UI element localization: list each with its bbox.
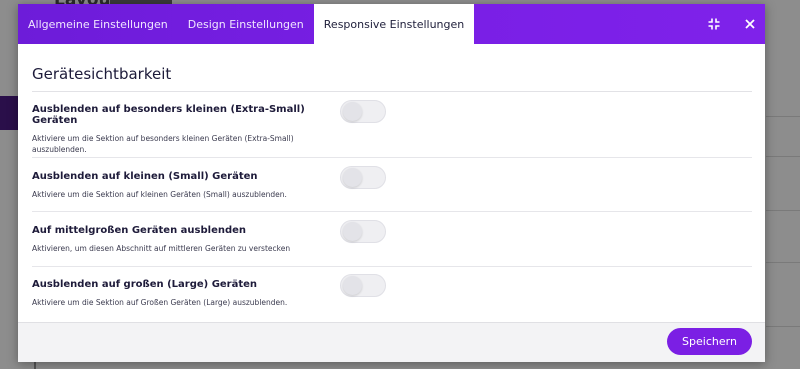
header-actions bbox=[707, 4, 757, 44]
close-icon[interactable] bbox=[743, 17, 757, 31]
toggle-hide-large[interactable] bbox=[340, 274, 386, 297]
setting-description: Aktiviere um die Sektion auf kleinen Ger… bbox=[32, 190, 287, 199]
setting-description: Aktiviere um die Sektion auf Großen Gerä… bbox=[32, 298, 288, 307]
toggle-knob bbox=[343, 222, 362, 241]
toggle-hide-medium[interactable] bbox=[340, 220, 386, 243]
save-button[interactable]: Speichern bbox=[667, 328, 752, 355]
setting-label: Ausblenden auf großen (Large) Geräten bbox=[32, 279, 258, 290]
tab-general-settings[interactable]: Allgemeine Einstellungen bbox=[18, 4, 178, 44]
background-divider bbox=[766, 326, 800, 327]
setting-label: Ausblenden auf kleinen (Small) Geräten bbox=[32, 171, 258, 182]
setting-description: Aktivieren, um diesen Abschnitt auf mitt… bbox=[32, 244, 291, 253]
section-title: Gerätesichtbarkeit bbox=[32, 44, 752, 92]
toggle-hide-extra-small[interactable] bbox=[340, 100, 386, 123]
setting-row-small: Ausblenden auf kleinen (Small) Geräten A… bbox=[32, 158, 752, 212]
setting-row-extra-small: Ausblenden auf besonders kleinen (Extra-… bbox=[32, 92, 752, 158]
toggle-knob bbox=[343, 102, 362, 121]
toggle-knob bbox=[343, 276, 362, 295]
setting-description: Aktiviere um die Sektion auf besonders k… bbox=[32, 134, 294, 155]
setting-text: Ausblenden auf großen (Large) Geräten Ak… bbox=[32, 279, 340, 319]
setting-text: Auf mittelgroßen Geräten ausblenden Akti… bbox=[32, 225, 340, 266]
setting-label: Ausblenden auf besonders kleinen (Extra-… bbox=[32, 104, 305, 126]
setting-label: Auf mittelgroßen Geräten ausblenden bbox=[32, 225, 247, 236]
background-divider bbox=[766, 262, 800, 263]
toggle-knob bbox=[343, 168, 362, 187]
background-sidebar-accent bbox=[0, 96, 18, 130]
setting-text: Ausblenden auf besonders kleinen (Extra-… bbox=[32, 104, 340, 157]
compress-icon[interactable] bbox=[707, 17, 721, 31]
toggle-hide-small[interactable] bbox=[340, 166, 386, 189]
tab-design-settings[interactable]: Design Einstellungen bbox=[178, 4, 314, 44]
modal-body: Gerätesichtbarkeit Ausblenden auf besond… bbox=[18, 44, 765, 322]
tab-responsive-settings[interactable]: Responsive Einstellungen bbox=[313, 4, 475, 44]
background-divider bbox=[766, 156, 800, 157]
modal-footer: Speichern bbox=[18, 322, 765, 362]
background-divider bbox=[766, 116, 800, 117]
modal-header: Allgemeine Einstellungen Design Einstell… bbox=[18, 4, 765, 44]
background-divider bbox=[766, 210, 800, 211]
setting-text: Ausblenden auf kleinen (Small) Geräten A… bbox=[32, 171, 340, 211]
setting-row-medium: Auf mittelgroßen Geräten ausblenden Akti… bbox=[32, 212, 752, 267]
setting-row-large: Ausblenden auf großen (Large) Geräten Ak… bbox=[32, 267, 752, 319]
settings-modal: Allgemeine Einstellungen Design Einstell… bbox=[18, 4, 765, 362]
